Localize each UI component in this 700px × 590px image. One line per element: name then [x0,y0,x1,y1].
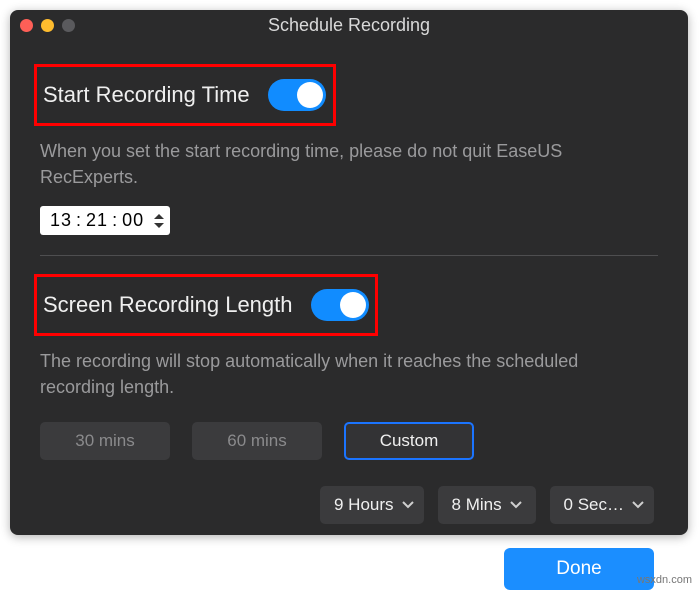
time-hh[interactable]: 13 [50,210,72,231]
start-time-input[interactable]: 13 : 21 : 00 [40,206,170,235]
divider [40,255,658,256]
preset-60-button[interactable]: 60 mins [192,422,322,460]
chevron-down-icon [632,501,644,509]
length-presets: 30 mins 60 mins Custom [40,422,658,460]
length-toggle[interactable] [311,289,369,321]
footer-row: Done [40,548,658,590]
hours-value: 9 Hours [334,495,394,515]
start-time-description: When you set the start recording time, p… [40,138,658,190]
hours-select[interactable]: 9 Hours [320,486,424,524]
length-description: The recording will stop automatically wh… [40,348,658,400]
custom-duration-row: 9 Hours 8 Mins 0 Sec… [40,486,658,524]
close-icon[interactable] [20,19,33,32]
toggle-knob-icon [340,292,366,318]
traffic-lights [20,19,75,32]
time-stepper[interactable] [154,213,164,229]
titlebar: Schedule Recording [10,10,688,40]
length-label: Screen Recording Length [43,292,293,318]
time-sep-icon: : [76,210,82,231]
mins-select[interactable]: 8 Mins [438,486,536,524]
chevron-down-icon [402,501,414,509]
time-ss[interactable]: 00 [122,210,144,231]
start-time-toggle[interactable] [268,79,326,111]
chevron-up-icon [154,213,164,220]
window-title: Schedule Recording [10,15,688,36]
preset-custom-button[interactable]: Custom [344,422,474,460]
preset-30-button[interactable]: 30 mins [40,422,170,460]
minimize-icon[interactable] [41,19,54,32]
watermark: wsxdn.com [637,574,692,586]
mins-value: 8 Mins [452,495,502,515]
schedule-recording-window: Schedule Recording Start Recording Time … [10,10,688,535]
maximize-icon [62,19,75,32]
chevron-down-icon [510,501,522,509]
length-header: Screen Recording Length [34,274,378,336]
time-mm[interactable]: 21 [86,210,108,231]
time-sep-icon: : [112,210,118,231]
content: Start Recording Time When you set the st… [10,40,688,590]
secs-value: 0 Sec… [564,495,624,515]
toggle-knob-icon [297,82,323,108]
chevron-down-icon [154,222,164,229]
done-button[interactable]: Done [504,548,654,590]
secs-select[interactable]: 0 Sec… [550,486,654,524]
start-time-label: Start Recording Time [43,82,250,108]
start-time-header: Start Recording Time [34,64,336,126]
